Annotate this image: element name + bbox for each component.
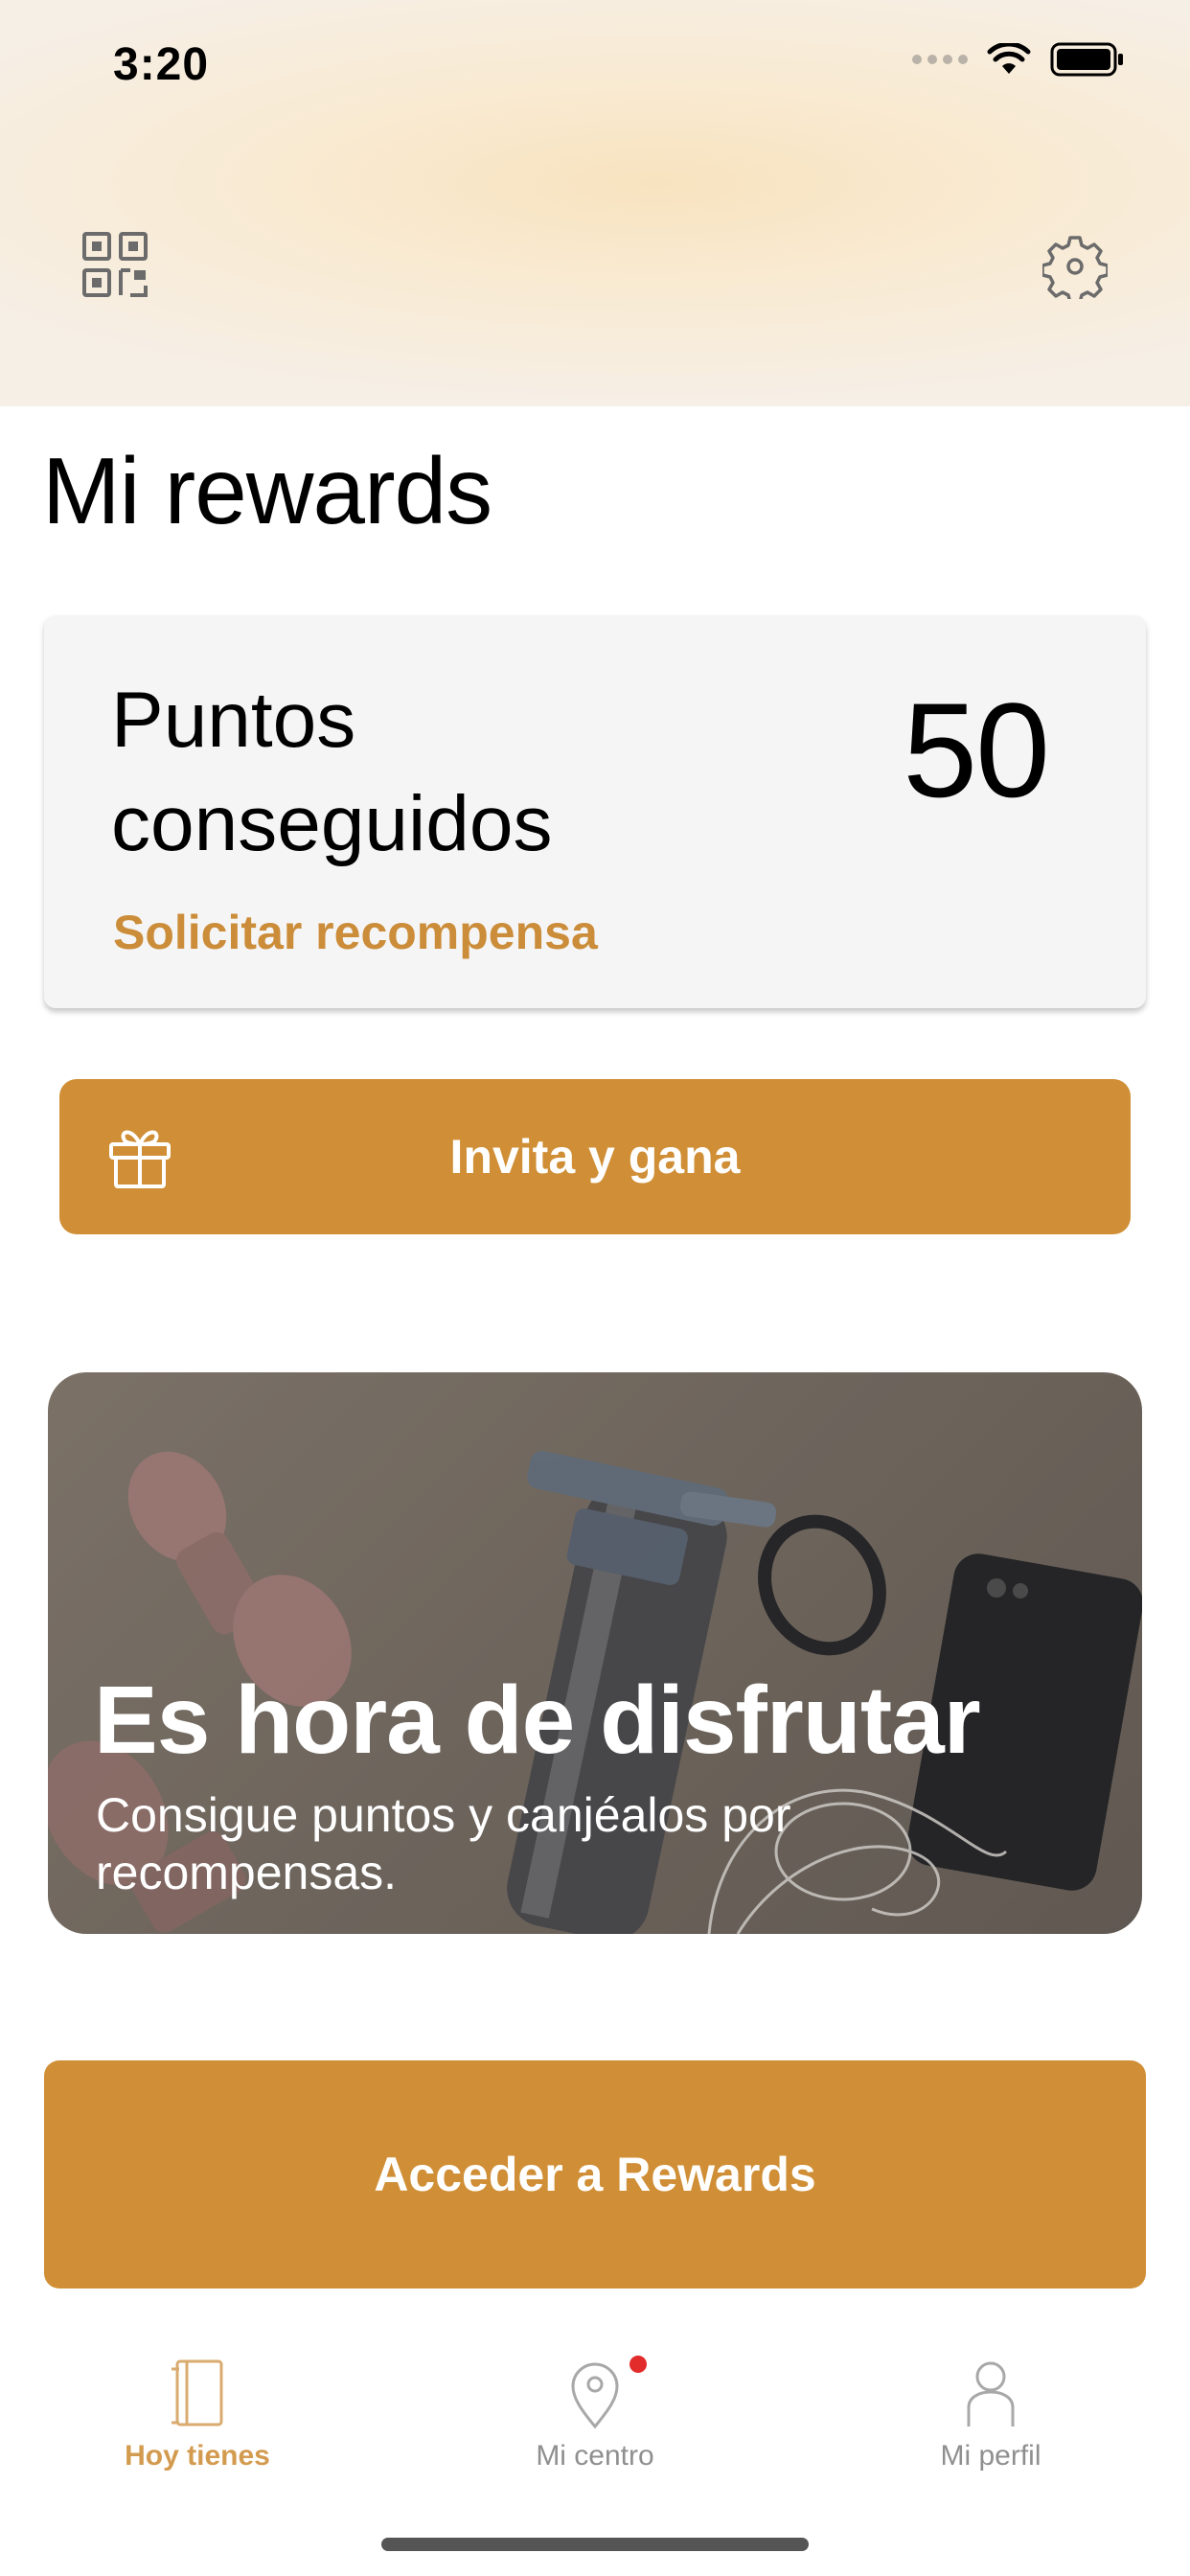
person-icon xyxy=(967,2361,1015,2426)
invite-label: Invita y gana xyxy=(449,1130,741,1184)
gear-icon[interactable] xyxy=(1042,234,1108,299)
tab-hoy-tienes[interactable]: Hoy tienes xyxy=(54,2329,341,2482)
status-time: 3:20 xyxy=(113,39,210,90)
request-reward-link[interactable]: Solicitar recompensa xyxy=(113,905,598,960)
points-label: Puntos conseguidos xyxy=(111,677,553,867)
tab-label-mi-centro: Mi centro xyxy=(536,2440,654,2472)
notebook-icon xyxy=(172,2359,223,2426)
promo-title: Es hora de disfrutar xyxy=(94,1667,981,1774)
location-pin-icon xyxy=(571,2362,619,2429)
page-title: Mi rewards xyxy=(42,438,492,543)
invite-and-earn-button[interactable]: Invita y gana xyxy=(59,1079,1131,1234)
tab-bar: Hoy tienes Mi centro Mi perfil xyxy=(0,2329,1190,2482)
points-card: Puntos conseguidos 50 Solicitar recompen… xyxy=(44,615,1146,1008)
header: 3:20 xyxy=(0,0,1190,406)
tab-mi-perfil[interactable]: Mi perfil xyxy=(847,2329,1134,2482)
battery-icon xyxy=(1050,42,1123,77)
access-rewards-label: Acceder a Rewards xyxy=(374,2148,816,2201)
tab-label-hoy-tienes: Hoy tienes xyxy=(125,2440,270,2472)
promo-banner[interactable]: Es hora de disfrutar Consigue puntos y c… xyxy=(48,1372,1142,1934)
promo-subtitle: Consigue puntos y canjéalos por recompen… xyxy=(96,1788,791,1899)
access-rewards-button[interactable]: Acceder a Rewards xyxy=(44,2060,1146,2288)
gift-icon xyxy=(109,1130,171,1188)
home-indicator[interactable] xyxy=(381,2538,809,2551)
signal-dots-icon xyxy=(912,55,968,64)
tab-mi-centro[interactable]: Mi centro xyxy=(451,2329,739,2482)
status-icons xyxy=(912,42,1125,77)
tab-label-mi-perfil: Mi perfil xyxy=(940,2440,1041,2472)
points-value: 50 xyxy=(903,675,1050,825)
qr-code-icon[interactable] xyxy=(80,230,149,299)
notification-badge xyxy=(629,2356,647,2373)
wifi-icon xyxy=(987,43,1031,74)
